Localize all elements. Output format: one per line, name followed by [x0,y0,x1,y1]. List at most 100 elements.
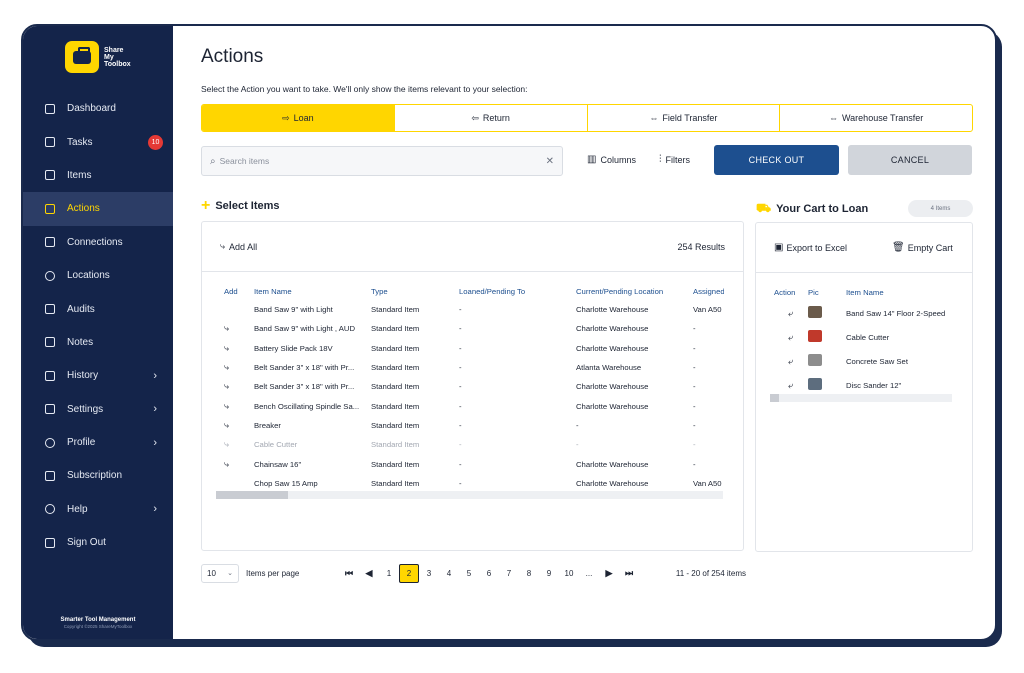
add-to-cart-icon[interactable]: ⤷ [224,339,254,358]
tab-warehouse-transfer[interactable]: ⇔ Warehouse Transfer [780,105,972,131]
add-to-cart-icon[interactable]: ⤷ [224,358,254,377]
cell-type: Standard Item [371,305,420,315]
app-window: Share My Toolbox Dashboard Tasks 10 Items Ac… [21,24,997,641]
cell-assigned: - [693,382,696,392]
cell-loaned: - [459,459,462,469]
cart-horizontal-scrollbar[interactable] [770,394,952,402]
logo[interactable]: Share My Toolbox [65,41,134,73]
cancel-button[interactable]: CANCEL [848,145,972,175]
cell-loaned: - [459,440,462,450]
add-to-cart-icon[interactable]: ⤷ [224,377,254,396]
sidebar-item-locations[interactable]: Locations [23,259,173,292]
first-page-icon[interactable]: ⏮ [339,568,359,579]
add-to-cart-icon[interactable]: ⤷ [224,319,254,338]
prev-page-icon[interactable]: ◀ [359,568,379,579]
cart-row: ⤶ Band Saw 14" Floor 2-Speed [774,301,964,325]
sidebar-item-items[interactable]: Items [23,159,173,192]
page-3-button[interactable]: 3 [419,569,439,578]
chevron-right-icon: › [153,369,157,382]
history-icon [45,370,55,381]
column-header: Assigned [693,286,724,296]
table-row[interactable]: ⤷ Cable Cutter Standard Item - - - [224,435,724,454]
tab-label: Warehouse Transfer [842,113,924,123]
cell-name: Belt Sander 3" x 18" with Pr... [254,382,355,392]
sidebar-item-audits[interactable]: Audits [23,292,173,325]
table-row[interactable]: ⤷ Chainsaw 16" Standard Item - Charlotte War… [224,454,724,473]
column-header: Type [371,286,388,296]
page-1-button[interactable]: 1 [379,569,399,578]
tab-return[interactable]: ⇦ Return [395,105,588,131]
search-input[interactable] [219,156,546,166]
table-row[interactable]: ⤷ Breaker Standard Item - - - [224,416,724,435]
page-2-button[interactable]: 2 [399,563,419,583]
sidebar-item-tasks[interactable]: Tasks 10 [23,125,173,158]
sidebar-item-notes[interactable]: Notes [23,326,173,359]
filters-icon: ⫶ [659,154,662,165]
remove-from-cart-icon[interactable]: ⤶ [774,349,808,373]
sidebar-item-settings[interactable]: Settings › [23,393,173,426]
table-row[interactable]: ⤷ Battery Slide Pack 18V Standard Item - Cha… [224,339,724,358]
add-to-cart-icon[interactable]: ⤷ [224,435,254,454]
sidebar-item-sign-out[interactable]: Sign Out [23,526,173,559]
filters-label: Filters [665,154,691,165]
cell-loaned: - [459,324,462,334]
items-scroll-thumb[interactable] [216,491,288,499]
sidebar-item-label: Connections [67,236,123,248]
page-9-button[interactable]: 9 [539,569,559,578]
sidebar-item-help[interactable]: Help › [23,493,173,526]
sidebar-item-actions[interactable]: Actions [23,192,173,226]
remove-from-cart-icon[interactable]: ⤶ [774,301,808,325]
page-8-button[interactable]: 8 [519,569,539,578]
add-to-cart-icon[interactable]: ⤷ [224,454,254,473]
table-row[interactable]: Band Saw 9" with Light Standard Item - Char… [224,300,724,319]
next-page-icon[interactable]: ▶ [599,568,619,579]
add-to-cart-icon[interactable]: ⤷ [224,396,254,415]
cart-column-header: Pic [808,287,819,297]
check-out-button[interactable]: CHECK OUT [714,145,839,175]
per-page-select[interactable]: 10 ⌄ [201,563,239,583]
add-to-cart-icon[interactable]: ⤷ [224,416,254,435]
last-page-icon[interactable]: ⏭ [619,568,639,579]
tab-label: Return [482,113,510,123]
export-label: Export to Excel [786,242,847,253]
sidebar-item-subscription[interactable]: Subscription [23,459,173,492]
toolbox-logo-icon [65,41,99,73]
cart-scroll-thumb[interactable] [770,394,779,402]
tab-loan[interactable]: ⇨ Loan [202,105,395,131]
clear-search-icon[interactable]: ✕ [546,156,554,167]
sidebar-item-dashboard[interactable]: Dashboard [23,92,173,125]
remove-from-cart-icon[interactable]: ⤶ [774,325,808,349]
page-6-button[interactable]: 6 [479,569,499,578]
items-horizontal-scrollbar[interactable] [216,491,723,499]
filters-button[interactable]: ⫶ Filters [659,154,690,165]
add-all-button[interactable]: ⤷ Add All [220,241,257,252]
page-5-button[interactable]: 5 [459,569,479,578]
page-10-button[interactable]: 10 [559,569,579,578]
tab-field-transfer[interactable]: ⇔ Field Transfer [588,105,781,131]
columns-button[interactable]: ▥ Columns [587,154,636,165]
cell-location: Charlotte Warehouse [576,382,649,392]
sidebar-item-profile[interactable]: Profile › [23,426,173,459]
cell-assigned: - [693,459,696,469]
table-row[interactable]: ⤷ Bench Oscillating Spindle Sa... Standard… [224,396,724,415]
cell-loaned: - [459,420,462,430]
cell-type: Standard Item [371,363,420,373]
cell-assigned: - [693,401,696,411]
cell-name: Battery Slide Pack 18V [254,343,333,353]
cart-row: ⤶ Cable Cutter [774,325,964,349]
sidebar-item-history[interactable]: History › [23,359,173,392]
export-to-excel-button[interactable]: ▣ Export to Excel [774,242,847,253]
table-row[interactable]: ⤷ Band Saw 9" with Light , AUD Standard It… [224,319,724,338]
empty-cart-button[interactable]: 🗑 Empty Cart [892,242,953,253]
add-to-cart-icon[interactable] [224,300,254,319]
trash-icon: 🗑 [892,242,905,253]
chevron-down-icon: ⌄ [227,570,233,577]
page-4-button[interactable]: 4 [439,569,459,578]
table-row[interactable]: ⤷ Belt Sander 3" x 18" with Pr... Standard… [224,358,724,377]
sidebar-item-connections[interactable]: Connections [23,226,173,259]
cell-location: Charlotte Warehouse [576,401,649,411]
table-row[interactable]: ⤷ Belt Sander 3" x 18" with Pr... Standard… [224,377,724,396]
warehouse-transfer-arrow-icon: ⇔ [829,113,839,123]
page-7-button[interactable]: 7 [499,569,519,578]
loan-arrow-icon: ⇨ [282,112,290,123]
